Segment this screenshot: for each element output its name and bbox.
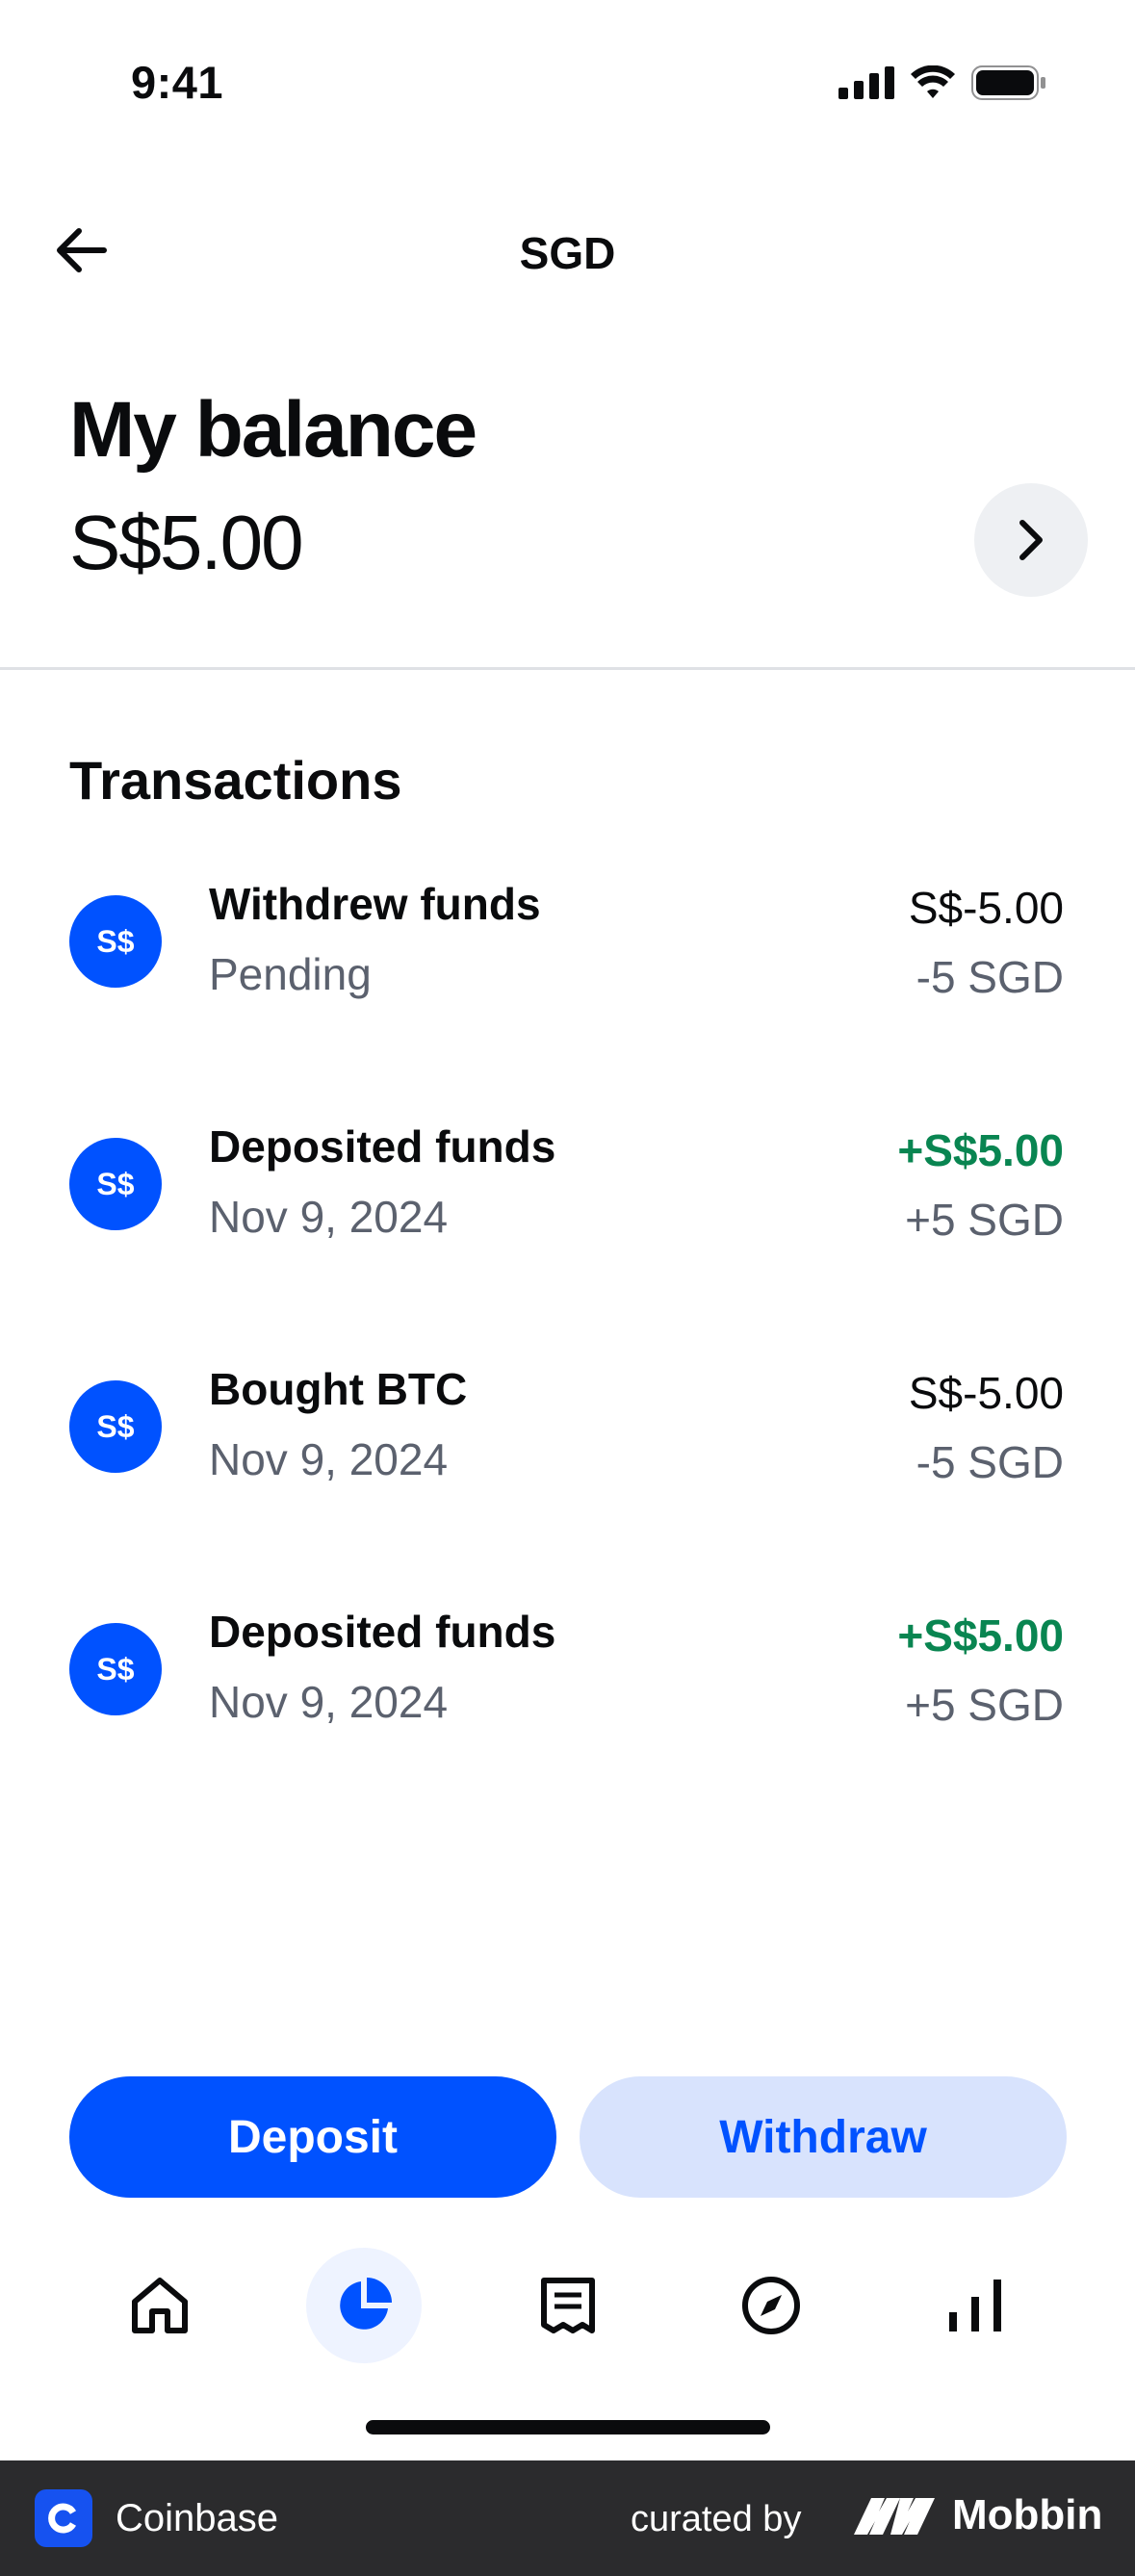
footer-curated-by: curated by xyxy=(631,2499,802,2539)
transaction-date: Nov 9, 2024 xyxy=(209,1677,449,1727)
transaction-title: Withdrew funds xyxy=(209,879,541,929)
attribution-footer: Coinbase curated by Mobbin xyxy=(0,2460,1135,2576)
deposit-button[interactable]: Deposit xyxy=(69,2076,556,2198)
nav-home[interactable] xyxy=(102,2248,218,2363)
nav-portfolio[interactable] xyxy=(306,2248,422,2363)
section-divider xyxy=(0,667,1135,670)
transaction-status: Pending xyxy=(209,949,372,999)
currency-avatar-icon: S$ xyxy=(69,1380,162,1473)
transaction-native-amount: +5 SGD xyxy=(905,1195,1064,1245)
transaction-row[interactable]: S$ Deposited funds Nov 9, 2024 +S$5.00 +… xyxy=(0,1090,1135,1332)
transaction-row[interactable]: S$ Bought BTC Nov 9, 2024 S$-5.00 -5 SGD xyxy=(0,1332,1135,1575)
footer-brand: Mobbin xyxy=(952,2491,1103,2538)
mobbin-brand: Mobbin xyxy=(852,2491,1102,2539)
balance-value: S$5.00 xyxy=(69,500,304,585)
withdraw-button[interactable]: Withdraw xyxy=(580,2076,1067,2198)
transaction-title: Bought BTC xyxy=(209,1364,468,1414)
transactions-list: S$ Withdrew funds Pending S$-5.00 -5 SGD… xyxy=(0,847,1135,1817)
currency-avatar-icon: S$ xyxy=(69,895,162,988)
home-indicator xyxy=(366,2420,770,2434)
nav-trade[interactable] xyxy=(917,2248,1033,2363)
chevron-right-icon xyxy=(1019,520,1043,560)
top-bar: SGD xyxy=(0,193,1135,308)
transaction-amount: +S$5.00 xyxy=(897,1125,1064,1175)
bottom-nav xyxy=(0,2243,1135,2368)
home-icon xyxy=(132,2278,188,2333)
page-title: SGD xyxy=(519,228,616,278)
battery-icon xyxy=(971,65,1045,100)
currency-avatar-icon: S$ xyxy=(69,1623,162,1715)
transaction-title: Deposited funds xyxy=(209,1607,556,1657)
balance-label: My balance xyxy=(69,386,477,474)
coinbase-logo-icon xyxy=(35,2489,92,2547)
status-time: 9:41 xyxy=(131,57,224,108)
transactions-receipt-icon xyxy=(541,2278,595,2333)
transaction-row[interactable]: S$ Deposited funds Nov 9, 2024 +S$5.00 +… xyxy=(0,1575,1135,1817)
wifi-icon xyxy=(911,65,955,98)
transaction-date: Nov 9, 2024 xyxy=(209,1192,449,1242)
transaction-native-amount: +5 SGD xyxy=(905,1680,1064,1730)
nav-transactions[interactable] xyxy=(510,2248,626,2363)
status-icons xyxy=(838,65,1046,100)
currency-avatar-icon: S$ xyxy=(69,1138,162,1230)
transaction-date: Nov 9, 2024 xyxy=(209,1434,449,1484)
explore-compass-icon xyxy=(742,2277,800,2334)
footer-app-name: Coinbase xyxy=(116,2497,279,2539)
portfolio-pie-icon xyxy=(340,2278,392,2330)
nav-explore[interactable] xyxy=(713,2248,829,2363)
transaction-amount: +S$5.00 xyxy=(897,1610,1064,1661)
transaction-native-amount: -5 SGD xyxy=(916,1437,1064,1487)
mobbin-logo-icon xyxy=(854,2498,935,2535)
transactions-heading: Transactions xyxy=(69,750,402,811)
trade-bars-icon xyxy=(949,2280,1001,2331)
status-bar: 9:41 xyxy=(0,0,1135,164)
transaction-row[interactable]: S$ Withdrew funds Pending S$-5.00 -5 SGD xyxy=(0,847,1135,1090)
cellular-signal-icon xyxy=(838,66,894,99)
transaction-amount: S$-5.00 xyxy=(908,883,1064,933)
transaction-amount: S$-5.00 xyxy=(908,1368,1064,1418)
transaction-native-amount: -5 SGD xyxy=(916,952,1064,1002)
balance-details-button[interactable] xyxy=(974,483,1088,597)
transaction-title: Deposited funds xyxy=(209,1121,556,1172)
